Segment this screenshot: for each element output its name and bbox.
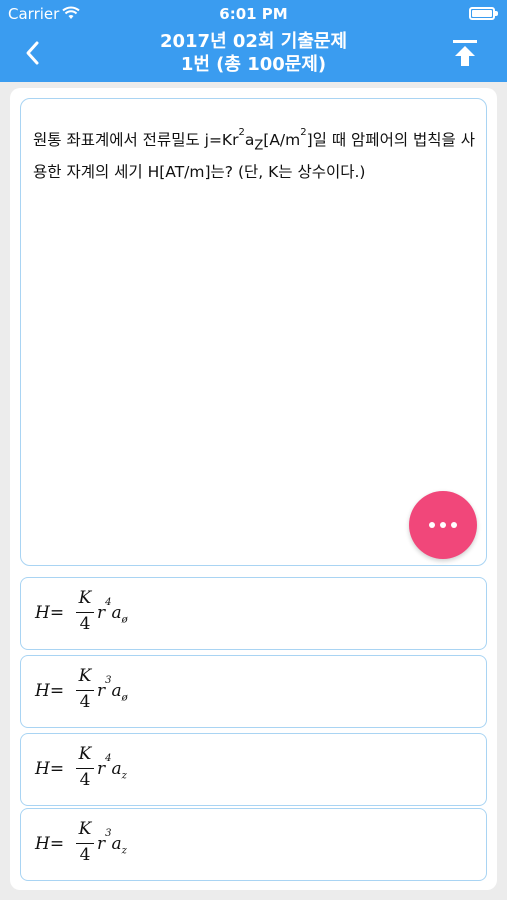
answer-option-2[interactable]: H= K4 r3aø (20, 655, 487, 728)
answer-option-1[interactable]: H= K4 r4aø (20, 577, 487, 650)
status-bar: Carrier 6:01 PM (0, 0, 507, 28)
answer-option-4[interactable]: H= K4 r3az (20, 808, 487, 881)
more-options-button[interactable] (409, 491, 477, 559)
page-title: 2017년 02회 기출문제 1번 (총 100문제) (80, 30, 427, 76)
battery-icon (469, 7, 498, 20)
question-text: 원통 좌표계에서 전류밀도 j=Kr2aZ[A/m2]일 때 암페어의 법칙을 … (33, 127, 475, 182)
exam-title: 2017년 02회 기출문제 (159, 31, 348, 52)
clock: 6:01 PM (219, 5, 288, 23)
header-bar: Carrier 6:01 PM 2017년 02회 기출문제 1번 (총 100… (0, 0, 507, 82)
question-counter: 1번 (총 100문제) (180, 54, 327, 75)
chevron-left-icon[interactable] (18, 38, 48, 68)
answer-option-3[interactable]: H= K4 r4az (20, 733, 487, 806)
more-dots-icon (429, 522, 435, 528)
content-panel: 원통 좌표계에서 전류밀도 j=Kr2aZ[A/m2]일 때 암페어의 법칙을 … (10, 88, 497, 890)
question-card: 원통 좌표계에서 전류밀도 j=Kr2aZ[A/m2]일 때 암페어의 법칙을 … (20, 98, 487, 566)
scroll-to-top-icon[interactable] (451, 38, 479, 68)
